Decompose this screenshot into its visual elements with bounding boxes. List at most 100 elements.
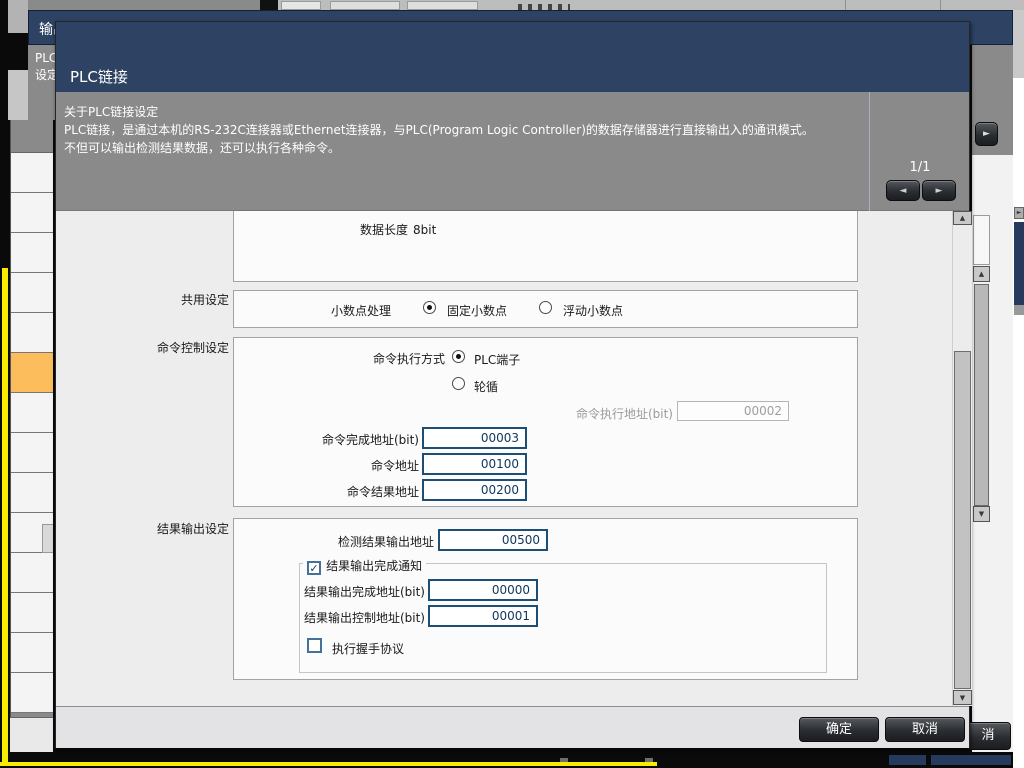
table-row[interactable]: [11, 393, 53, 433]
up-arrow-icon: ▲: [960, 214, 965, 222]
button-label: 取消: [912, 722, 938, 737]
result-done-addr-label: 结果输出完成地址(bit): [275, 583, 425, 600]
top-left-block2: [8, 70, 28, 120]
table-row[interactable]: [11, 593, 53, 633]
background-scrollbar-thumb[interactable]: [974, 284, 989, 506]
bottom-tick: [645, 758, 653, 762]
top-tab-fragment[interactable]: [330, 1, 400, 10]
table-inner-box: [42, 524, 53, 553]
check-icon: ✓: [309, 562, 318, 575]
background-scrollbar-up-icon[interactable]: ▲: [973, 266, 990, 282]
section-label-common: 共用设定: [96, 291, 229, 308]
description-line: 不但可以输出检测结果数据，还可以执行各种命令。: [64, 139, 854, 157]
output-window-left-fragment: PLC链 设定: [28, 45, 55, 120]
fragment-text: PLC链: [35, 51, 55, 65]
data-length-value: 8bit: [413, 223, 436, 237]
decimal-float-label[interactable]: 浮动小数点: [563, 302, 623, 319]
result-out-addr-input[interactable]: [438, 529, 548, 551]
background-scrollbar-down-icon[interactable]: ▼: [973, 506, 990, 522]
table-row[interactable]: [11, 273, 53, 313]
down-arrow-icon: ▼: [960, 694, 965, 702]
right-edge-arrow-icon[interactable]: ►: [1014, 207, 1024, 219]
table-row[interactable]: [11, 473, 53, 513]
button-label: 确定: [826, 722, 852, 737]
section-label-command: 命令控制设定: [96, 339, 229, 356]
pager-zone: 1/1 ◄ ►: [869, 92, 969, 211]
left-arrow-icon: ◄: [900, 186, 907, 196]
result-out-addr-label: 检测结果输出地址: [284, 533, 434, 550]
top-tab-fragment[interactable]: [407, 1, 478, 10]
background-next-button[interactable]: ►: [975, 122, 998, 146]
result-ctrl-addr-input[interactable]: [428, 605, 538, 627]
bottom-tick: [560, 758, 568, 762]
handshake-label[interactable]: 执行握手协议: [332, 640, 404, 657]
right-edge-top: [1013, 10, 1024, 78]
result-done-legend: ✓ 结果输出完成通知: [303, 555, 426, 571]
cmd-addr-label: 命令地址: [269, 457, 419, 474]
cmd-result-addr-input[interactable]: [422, 479, 527, 501]
top-tab-fragment[interactable]: [281, 1, 321, 10]
top-left-block: [8, 0, 28, 33]
ok-button[interactable]: 确定: [799, 717, 879, 742]
radio-dot: [427, 305, 432, 310]
table-row[interactable]: [11, 193, 53, 233]
description-line: 关于PLC链接设定: [64, 103, 854, 121]
cmd-mode-poll-label[interactable]: 轮循: [474, 378, 498, 395]
result-done-checkbox[interactable]: ✓: [307, 561, 321, 575]
dialog-scrollbar-up-icon[interactable]: ▲: [953, 211, 972, 225]
background-scrollbar-track[interactable]: [973, 215, 990, 265]
cmd-done-addr-input[interactable]: [422, 427, 527, 449]
top-strip-gap: [260, 0, 278, 10]
screen: 输出 PLC链 设定 ► ▲ ▼ ► 消 PLC链接 关于PLC链接设定 PLC…: [0, 0, 1024, 768]
handshake-checkbox[interactable]: [307, 638, 322, 653]
pager-prev-button[interactable]: ◄: [886, 180, 920, 201]
command-control-box: [233, 337, 858, 507]
dialog-scrollbar-thumb[interactable]: [954, 351, 971, 689]
top-strip-left: [8, 0, 260, 10]
description-text: 关于PLC链接设定 PLC链接，是通过本机的RS-232C连接器或Etherne…: [64, 103, 854, 157]
table-row[interactable]: [11, 673, 53, 713]
table-row[interactable]: [11, 633, 53, 673]
top-divider: [940, 0, 941, 10]
table-row[interactable]: [11, 433, 53, 473]
pager-next-button[interactable]: ►: [922, 180, 956, 201]
table-row[interactable]: [11, 313, 53, 353]
fragment-text: 设定: [35, 68, 55, 82]
radio-cmd-mode-plc[interactable]: [452, 350, 465, 363]
down-arrow-icon: ▼: [979, 510, 984, 518]
decimal-fixed-label[interactable]: 固定小数点: [447, 302, 507, 319]
top-divider: [845, 0, 846, 10]
cmd-addr-input[interactable]: [422, 453, 527, 475]
button-label: 消: [981, 728, 994, 743]
table-row[interactable]: [11, 153, 53, 193]
radio-decimal-float[interactable]: [539, 301, 552, 314]
dialog-footer: 确定 取消: [56, 706, 969, 748]
cmd-mode-label: 命令执行方式: [335, 350, 445, 367]
cmd-done-addr-label: 命令完成地址(bit): [269, 431, 419, 448]
result-ctrl-addr-label: 结果输出控制地址(bit): [275, 609, 425, 626]
radio-decimal-fixed[interactable]: [423, 301, 436, 314]
radio-cmd-mode-poll[interactable]: [452, 377, 465, 390]
yellow-frame-bottom: [0, 762, 657, 766]
cmd-exec-addr-label: 命令执行地址(bit): [523, 405, 673, 422]
right-edge-panel: [1013, 10, 1024, 768]
right-arrow-icon: ►: [1017, 209, 1022, 216]
table-header: [11, 120, 53, 153]
result-done-group-label[interactable]: 结果输出完成通知: [326, 559, 422, 573]
radio-dot: [456, 354, 461, 359]
cmd-result-addr-label: 命令结果地址: [269, 483, 419, 500]
background-cancel-button[interactable]: 消: [965, 722, 1011, 750]
dialog-scrollbar-down-icon[interactable]: ▼: [953, 690, 972, 705]
cancel-button[interactable]: 取消: [885, 717, 965, 742]
table-row-selected[interactable]: [11, 353, 53, 393]
dialog-header: PLC链接: [56, 22, 969, 92]
cmd-mode-plc-label[interactable]: PLC端子: [474, 351, 520, 368]
up-arrow-icon: ▲: [979, 270, 984, 278]
table-row[interactable]: [11, 233, 53, 273]
cmd-exec-addr-input[interactable]: [677, 401, 789, 421]
section-label-result: 结果输出设定: [96, 520, 229, 537]
result-done-addr-input[interactable]: [428, 579, 538, 601]
plc-link-dialog: PLC链接 关于PLC链接设定 PLC链接，是通过本机的RS-232C连接器或E…: [55, 21, 970, 748]
dialog-title: PLC链接: [70, 66, 128, 87]
table-row[interactable]: [11, 553, 53, 593]
